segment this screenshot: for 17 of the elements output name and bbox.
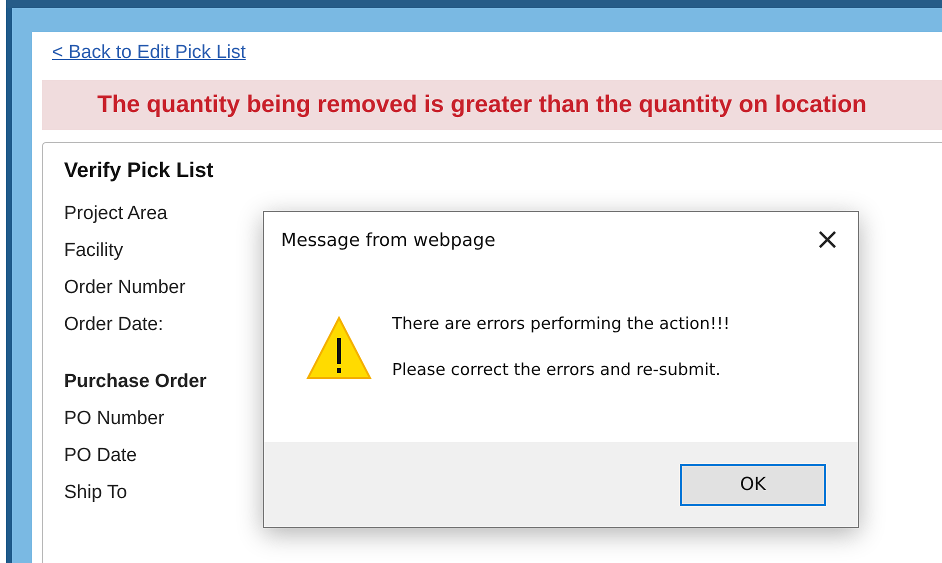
- field-label: Order Date:: [64, 314, 164, 337]
- field-label: PO Number: [64, 408, 164, 431]
- dialog-title: Message from webpage: [281, 230, 496, 250]
- field-label: Order Number: [64, 277, 186, 300]
- field-label: PO Date: [64, 445, 137, 468]
- dialog-message: There are errors performing the action!!!: [392, 314, 730, 333]
- field-label: Facility: [64, 240, 124, 263]
- close-button[interactable]: ×: [810, 226, 844, 254]
- ok-button[interactable]: OK: [680, 464, 826, 506]
- warning-icon: [306, 316, 372, 380]
- panel-title: Verify Pick List: [64, 159, 214, 183]
- dialog-message: Please correct the errors and re-submit.: [392, 360, 722, 379]
- back-link[interactable]: < Back to Edit Pick List: [52, 42, 246, 64]
- section-heading: Purchase Order: [64, 371, 207, 394]
- field-label: Project Area: [64, 203, 168, 226]
- error-banner: The quantity being removed is greater than the quantity on location: [42, 80, 942, 130]
- field-label: Ship To: [64, 482, 128, 505]
